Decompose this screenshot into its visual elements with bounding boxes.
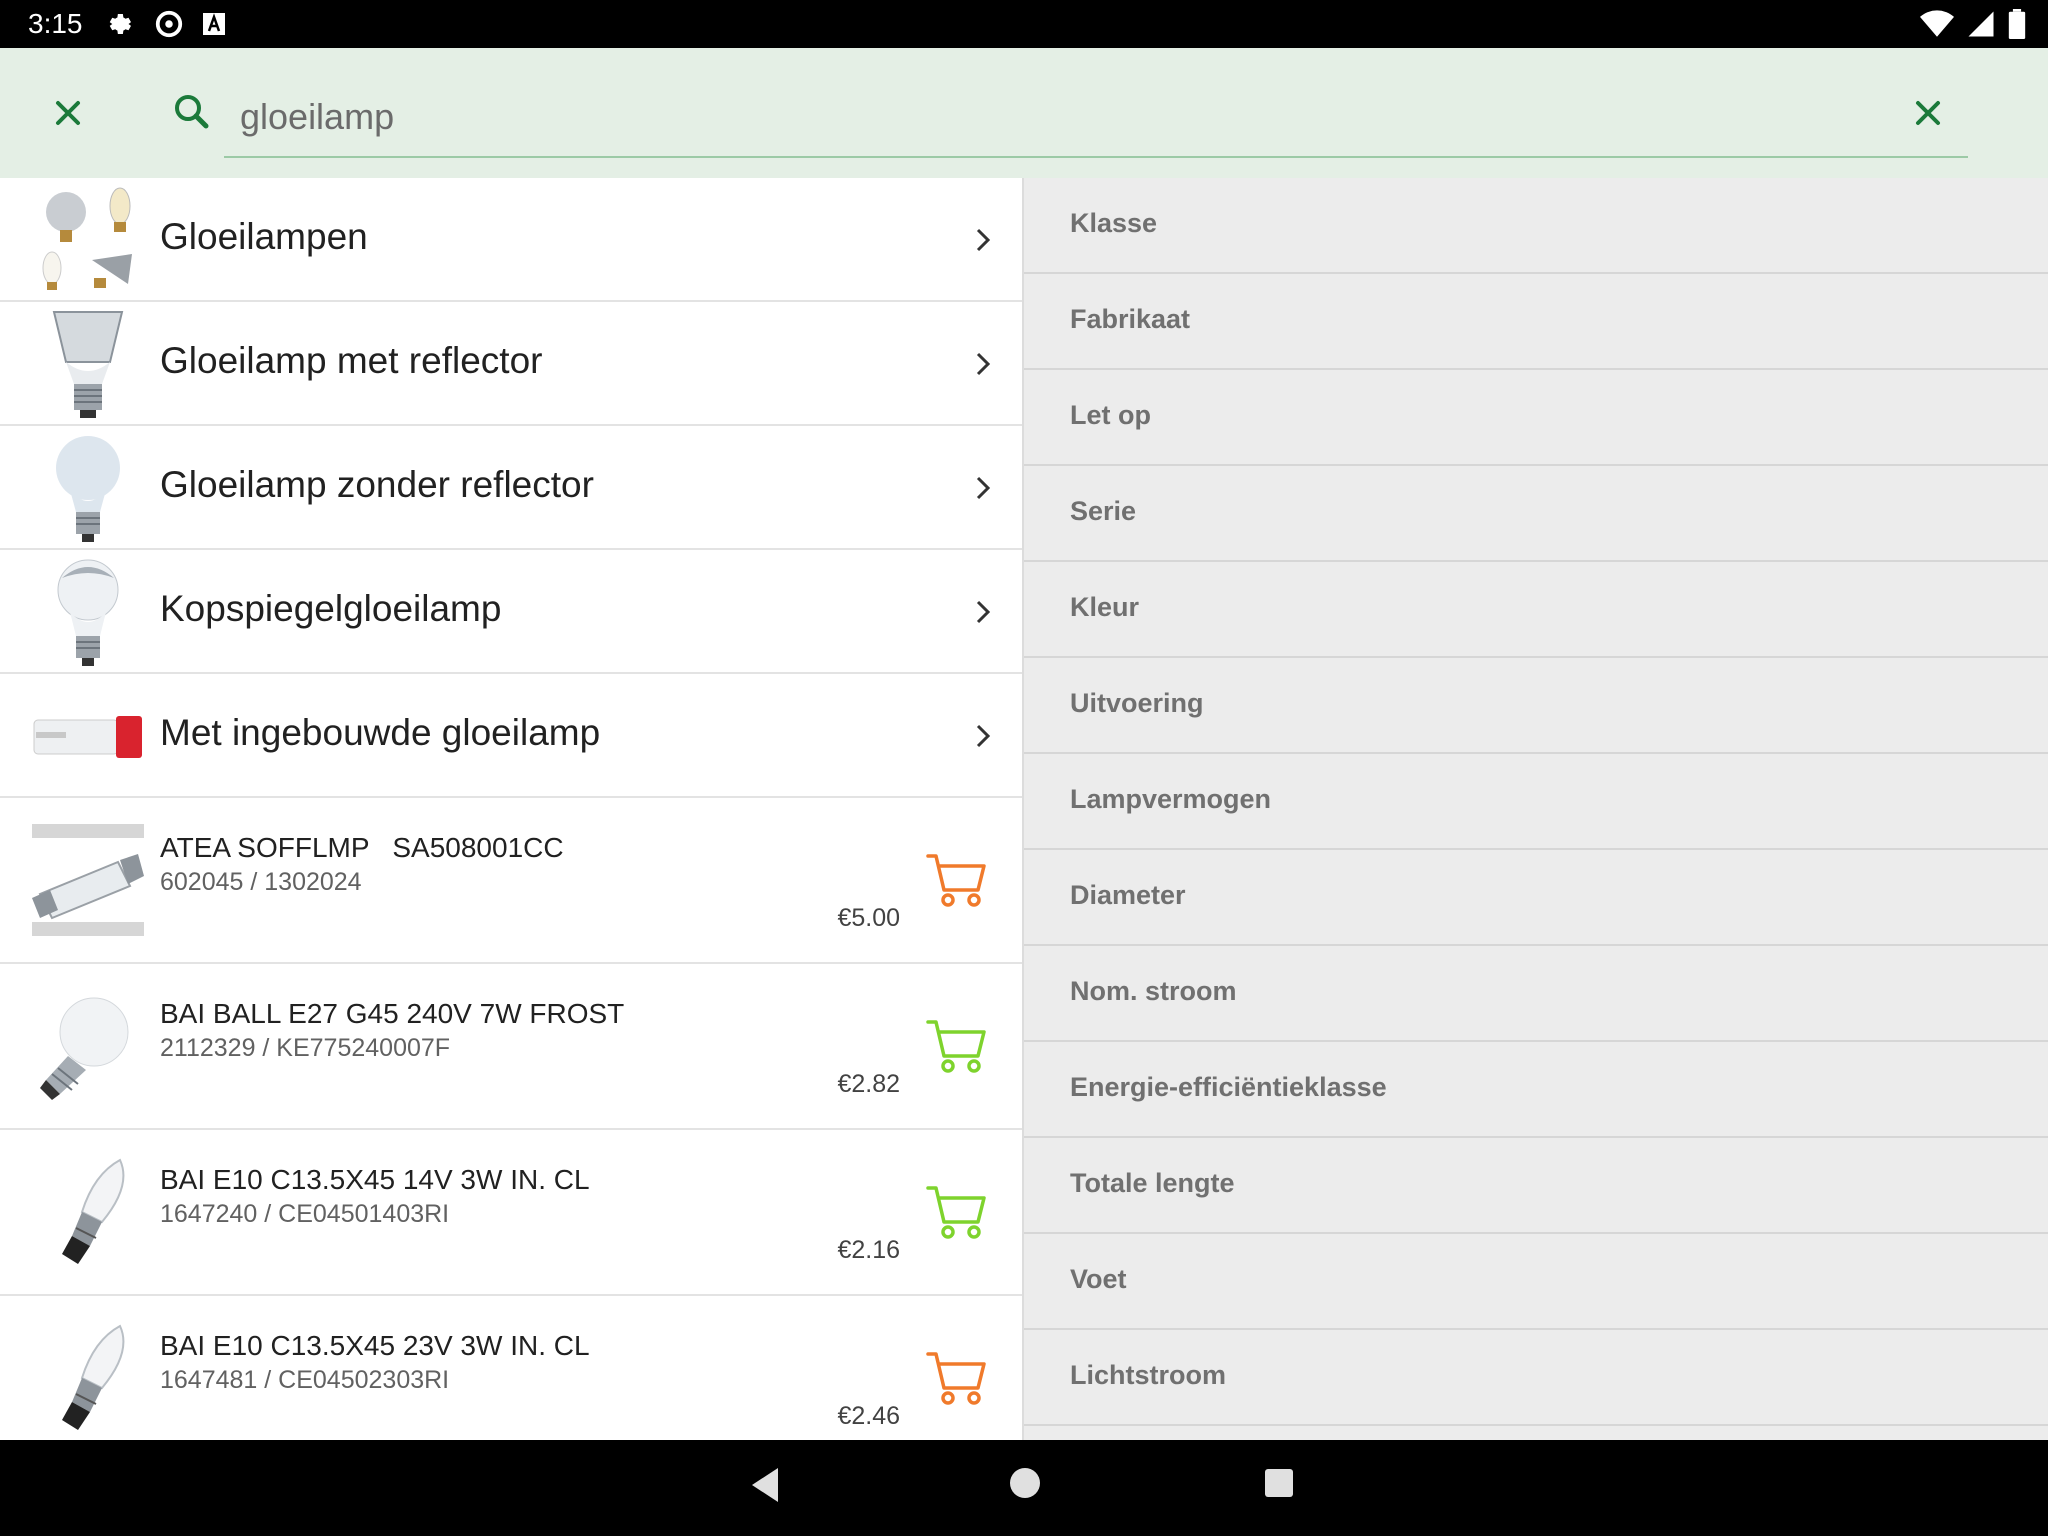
product-price: €2.82 <box>837 1070 900 1098</box>
search-toolbar <box>0 48 2048 178</box>
filter-label: Diameter <box>1070 880 1186 910</box>
add-to-cart-button[interactable] <box>924 1178 990 1244</box>
category-row[interactable]: Gloeilamp met reflector <box>0 302 1022 426</box>
filter-label: Energie-efficiëntieklasse <box>1070 1072 1387 1102</box>
frosted-bulb-thumbnail <box>56 436 120 542</box>
cart-icon <box>926 1352 986 1405</box>
filter-label: Kleur <box>1070 592 1140 622</box>
assorted-bulbs-thumbnail <box>42 187 132 290</box>
product-name: ATEA SOFFLMP SA508001CC <box>160 832 564 863</box>
category-label: Kopspiegelgloeilamp <box>160 588 502 629</box>
signal-icon <box>1968 11 1994 37</box>
a-box-icon <box>203 13 225 35</box>
add-to-cart-button[interactable] <box>924 1012 990 1078</box>
category-label: Gloeilamp zonder reflector <box>160 464 594 505</box>
results-list: Gloeilampen Gloeilamp met reflector Gloe… <box>0 178 1022 1440</box>
wifi-icon <box>1920 10 1954 37</box>
filter-label: Klasse <box>1070 208 1158 238</box>
filter-fabrikaat[interactable]: Fabrikaat <box>1024 274 2048 370</box>
search-icon <box>168 88 216 136</box>
category-row[interactable]: Gloeilamp zonder reflector <box>0 426 1022 550</box>
category-row[interactable]: Kopspiegelgloeilamp <box>0 550 1022 674</box>
close-search-button[interactable] <box>44 89 92 137</box>
reflector-bulb-thumbnail <box>52 311 124 418</box>
candle-bulb-thumbnail <box>62 1158 125 1264</box>
chevron-right-icon <box>976 228 991 252</box>
filter-lichtstroom[interactable]: Lichtstroom <box>1024 1330 2048 1426</box>
filter-diameter[interactable]: Diameter <box>1024 850 2048 946</box>
filter-kleur[interactable]: Kleur <box>1024 562 2048 658</box>
product-code: 1647240 / CE04501403RI <box>160 1200 450 1228</box>
search-input[interactable] <box>224 78 1968 158</box>
status-bar: 3:15 <box>0 0 2048 48</box>
category-label: Met ingebouwde gloeilamp <box>160 712 601 753</box>
filter-label: Let op <box>1070 400 1151 430</box>
ball-bulb-thumbnail <box>40 997 129 1100</box>
filter-label: Totale lengte <box>1070 1168 1235 1198</box>
filter-nom-stroom[interactable]: Nom. stroom <box>1024 946 2048 1042</box>
chevron-right-icon <box>976 600 991 624</box>
add-to-cart-button[interactable] <box>924 1344 990 1410</box>
chevron-right-icon <box>976 476 991 500</box>
product-row[interactable]: BAI E10 C13.5X45 14V 3W IN. CL 1647240 /… <box>0 1130 1022 1296</box>
filter-klasse[interactable]: Klasse <box>1024 178 2048 274</box>
candle-bulb-thumbnail <box>62 1324 125 1430</box>
product-code: 1647481 / CE04502303RI <box>160 1366 450 1394</box>
cart-icon <box>926 1020 986 1073</box>
recents-icon[interactable] <box>1265 1469 1293 1497</box>
product-row[interactable]: ATEA SOFFLMP SA508001CC 602045 / 1302024… <box>0 798 1022 964</box>
product-row[interactable]: BAI E10 C13.5X45 23V 3W IN. CL 1647481 /… <box>0 1296 1022 1440</box>
filter-label: Serie <box>1070 496 1137 526</box>
filter-panel: Klasse Fabrikaat Let op Serie Kleur Uitv… <box>1022 178 2048 1440</box>
filter-label: Lampvermogen <box>1070 784 1272 814</box>
filter-let-op[interactable]: Let op <box>1024 370 2048 466</box>
filter-label: Voet <box>1070 1264 1127 1294</box>
product-code: 2112329 / KE775240007F <box>160 1034 451 1062</box>
navigation-bar <box>0 1440 2048 1536</box>
filter-voet[interactable]: Voet <box>1024 1234 2048 1330</box>
category-label: Gloeilamp met reflector <box>160 340 543 381</box>
festoon-bulb-thumbnail <box>32 824 144 936</box>
product-name: BAI E10 C13.5X45 23V 3W IN. CL <box>160 1330 590 1361</box>
category-row[interactable]: Met ingebouwde gloeilamp <box>0 674 1022 798</box>
product-price: €2.16 <box>837 1236 900 1264</box>
category-row[interactable]: Gloeilampen <box>0 178 1022 302</box>
product-code: 602045 / 1302024 <box>160 868 362 896</box>
sync-icon <box>155 10 183 38</box>
cart-icon <box>926 854 986 907</box>
filter-label: Fabrikaat <box>1070 304 1191 334</box>
chevron-right-icon <box>976 724 991 748</box>
product-name: BAI E10 C13.5X45 14V 3W IN. CL <box>160 1164 590 1195</box>
filter-label: Lichtstroom <box>1070 1360 1227 1390</box>
product-price: €5.00 <box>837 904 900 932</box>
filter-totale-lengte[interactable]: Totale lengte <box>1024 1138 2048 1234</box>
switch-lamp-thumbnail <box>33 716 142 758</box>
back-icon[interactable] <box>748 1466 782 1504</box>
chevron-right-icon <box>976 352 991 376</box>
filter-uitvoering[interactable]: Uitvoering <box>1024 658 2048 754</box>
filter-energie-efficientieklasse[interactable]: Energie-efficiëntieklasse <box>1024 1042 2048 1138</box>
home-icon[interactable] <box>1010 1468 1040 1498</box>
cart-icon <box>926 1186 986 1239</box>
mirror-bulb-thumbnail <box>57 559 119 666</box>
product-name: BAI BALL E27 G45 240V 7W FROST <box>160 998 625 1029</box>
filter-serie[interactable]: Serie <box>1024 466 2048 562</box>
category-label: Gloeilampen <box>160 216 368 257</box>
product-price: €2.46 <box>837 1402 900 1430</box>
close-icon <box>56 101 80 125</box>
filter-label: Uitvoering <box>1070 688 1204 718</box>
battery-icon <box>2008 9 2026 39</box>
add-to-cart-button[interactable] <box>924 846 990 912</box>
filter-label: Nom. stroom <box>1070 976 1237 1006</box>
status-time: 3:15 <box>28 8 83 39</box>
gear-icon <box>109 14 131 34</box>
product-row[interactable]: BAI BALL E27 G45 240V 7W FROST 2112329 /… <box>0 964 1022 1130</box>
clear-icon <box>1916 101 1940 125</box>
clear-search-button[interactable] <box>1904 89 1952 137</box>
filter-lampvermogen[interactable]: Lampvermogen <box>1024 754 2048 850</box>
